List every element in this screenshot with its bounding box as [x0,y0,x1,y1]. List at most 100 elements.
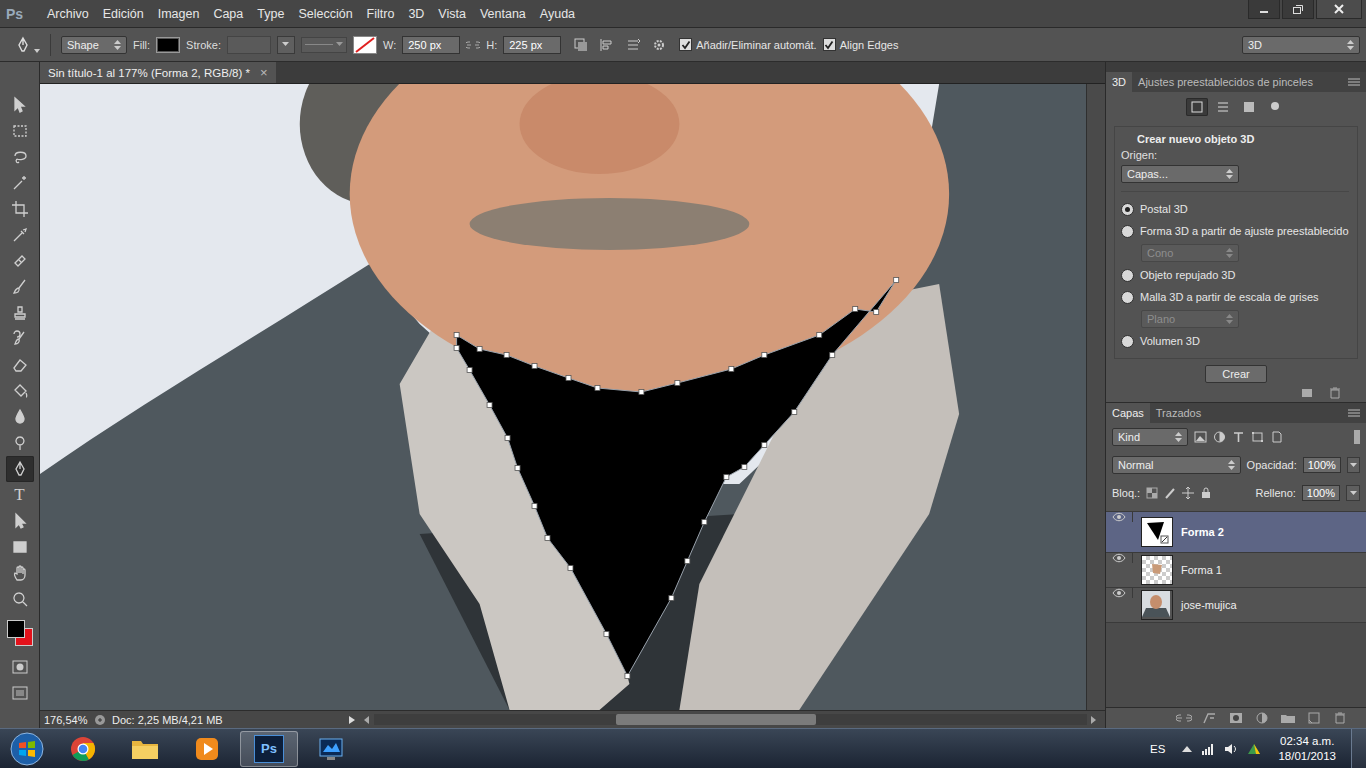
anchor-point[interactable] [830,353,835,358]
clock[interactable]: 02:34 a.m.18/01/2013 [1278,734,1336,764]
taskbar-app[interactable]: Ps [240,731,298,767]
tool-preset-picker[interactable] [14,36,40,54]
scroll-right-icon[interactable] [1091,716,1097,724]
tool-button[interactable] [6,586,34,612]
anchor-point[interactable] [454,333,459,338]
taskbar-app[interactable] [116,731,174,767]
anchor-point[interactable] [685,559,690,564]
vertical-scrollbar[interactable] [1086,84,1105,710]
anchor-point[interactable] [675,381,680,386]
3d-filter-button[interactable] [1264,98,1286,116]
layer-mask-icon[interactable] [1228,712,1244,724]
radio-button[interactable] [1121,225,1134,238]
language-indicator[interactable]: ES [1150,743,1165,755]
gear-icon[interactable] [651,37,667,53]
adjustment-filter-icon[interactable] [1213,431,1226,443]
preset-select[interactable]: Cono [1141,244,1239,262]
anchor-point[interactable] [625,674,630,679]
menu-item[interactable]: Vista [431,7,473,21]
path-arrangement-icon[interactable] [625,37,641,53]
anchor-point[interactable] [566,376,571,381]
type-filter-icon[interactable] [1232,431,1245,443]
layer-style-icon[interactable] [1202,712,1218,724]
tool-button[interactable]: T [6,482,34,508]
shape-filter-icon[interactable] [1251,431,1264,443]
anchor-point[interactable] [874,310,879,315]
link-layers-icon[interactable] [1176,712,1192,724]
visibility-toggle[interactable] [1106,553,1133,563]
new-group-icon[interactable] [1280,712,1296,724]
menu-item[interactable]: Selección [291,7,359,21]
option-checkbox[interactable]: Añadir/Eliminar automát. [679,38,816,51]
shape-path[interactable] [457,280,897,676]
panel-tab[interactable]: Capas [1106,403,1150,423]
zoom-field[interactable]: 176,54% [44,714,88,726]
radio-button[interactable] [1121,291,1134,304]
radio-button[interactable] [1121,335,1134,348]
new-item-icon[interactable] [1300,387,1314,399]
anchor-point[interactable] [595,386,600,391]
radio-option[interactable]: Malla 3D a partir de escala de grises [1121,288,1349,306]
panel-tab[interactable]: Trazados [1150,403,1207,423]
anchor-point[interactable] [505,436,510,441]
visibility-toggle[interactable] [1106,588,1133,598]
screen-mode-button[interactable] [6,680,34,706]
anchor-point[interactable] [702,520,707,525]
radio-option[interactable]: Postal 3D [1121,200,1349,218]
radio-option[interactable]: Forma 3D a partir de ajuste preestableci… [1121,222,1349,240]
menu-item[interactable]: Type [250,7,291,21]
restore-button[interactable] [1282,0,1314,19]
tool-button[interactable] [6,144,34,170]
trash-icon[interactable] [1328,387,1342,399]
checkbox[interactable] [823,38,836,51]
taskbar-app[interactable] [54,731,112,767]
panel-menu-icon[interactable] [1348,77,1360,87]
tool-button[interactable] [6,508,34,534]
tool-button[interactable] [6,196,34,222]
menu-item[interactable]: Ventana [473,7,533,21]
tool-button[interactable] [6,92,34,118]
anchor-point[interactable] [515,466,520,471]
filter-toggle[interactable] [1354,430,1360,444]
document-tab[interactable]: Sin título-1 al 177% (Forma 2, RGB/8) *× [40,62,276,83]
menu-item[interactable]: Edición [96,7,151,21]
layer-row[interactable]: jose-mujica [1106,588,1366,623]
scroll-left-icon[interactable] [364,716,370,724]
opacity-dropdown[interactable] [1347,457,1360,473]
anchor-point[interactable] [568,566,573,571]
panel-tab[interactable]: Ajustes preestablecidos de pinceles [1132,72,1319,92]
anchor-point[interactable] [762,443,767,448]
anchor-point[interactable] [532,364,537,369]
tool-button[interactable] [6,326,34,352]
checkbox[interactable] [679,38,692,51]
menu-item[interactable]: Ayuda [533,7,582,21]
anchor-point[interactable] [467,368,472,373]
width-field[interactable]: 250 px [402,36,460,54]
stroke-width-dropdown[interactable] [277,36,295,54]
stroke-type-select[interactable] [301,37,347,53]
anchor-point[interactable] [894,278,899,283]
menu-item[interactable]: Filtro [360,7,402,21]
tool-button[interactable] [6,118,34,144]
anchor-point[interactable] [487,403,492,408]
layer-row[interactable]: Forma 1 [1106,553,1366,588]
quick-mask-button[interactable] [6,654,34,680]
tool-button[interactable] [6,378,34,404]
3d-filter-button[interactable] [1238,98,1260,116]
tool-button[interactable] [6,248,34,274]
tool-button[interactable] [6,222,34,248]
height-field[interactable]: 225 px [503,36,561,54]
anchor-point[interactable] [853,307,858,312]
layer-row[interactable]: Forma 2 [1106,512,1366,553]
drive-icon[interactable] [1247,743,1261,755]
minimize-button[interactable] [1248,0,1280,19]
anchor-point[interactable] [724,475,729,480]
anchor-point[interactable] [454,346,459,351]
show-desktop-button[interactable] [1351,729,1366,768]
blend-mode-select[interactable]: Normal [1112,456,1241,474]
tool-button[interactable] [6,352,34,378]
visibility-toggle[interactable] [1106,512,1133,522]
anchor-point[interactable] [504,353,509,358]
smart-object-filter-icon[interactable] [1270,431,1283,443]
tool-button[interactable] [6,456,34,482]
